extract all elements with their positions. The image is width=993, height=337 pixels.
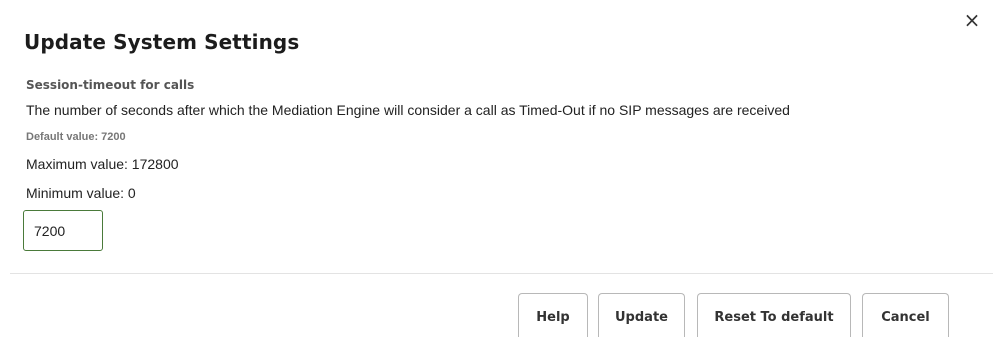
setting-name: Session-timeout for calls xyxy=(26,78,195,92)
cancel-button[interactable]: Cancel xyxy=(862,293,949,337)
session-timeout-input[interactable] xyxy=(23,210,103,251)
help-button[interactable]: Help xyxy=(518,293,588,337)
reset-to-default-button[interactable]: Reset To default xyxy=(697,293,851,337)
default-value-label: Default value: 7200 xyxy=(26,131,126,143)
setting-description: The number of seconds after which the Me… xyxy=(26,102,790,118)
dialog-title: Update System Settings xyxy=(24,30,300,54)
update-button[interactable]: Update xyxy=(598,293,685,337)
update-system-settings-dialog: × Update System Settings Session-timeout… xyxy=(0,0,993,337)
maximum-value-label: Maximum value: 172800 xyxy=(26,156,179,172)
close-icon[interactable]: × xyxy=(961,9,983,31)
minimum-value-label: Minimum value: 0 xyxy=(26,185,136,201)
divider xyxy=(10,273,993,274)
